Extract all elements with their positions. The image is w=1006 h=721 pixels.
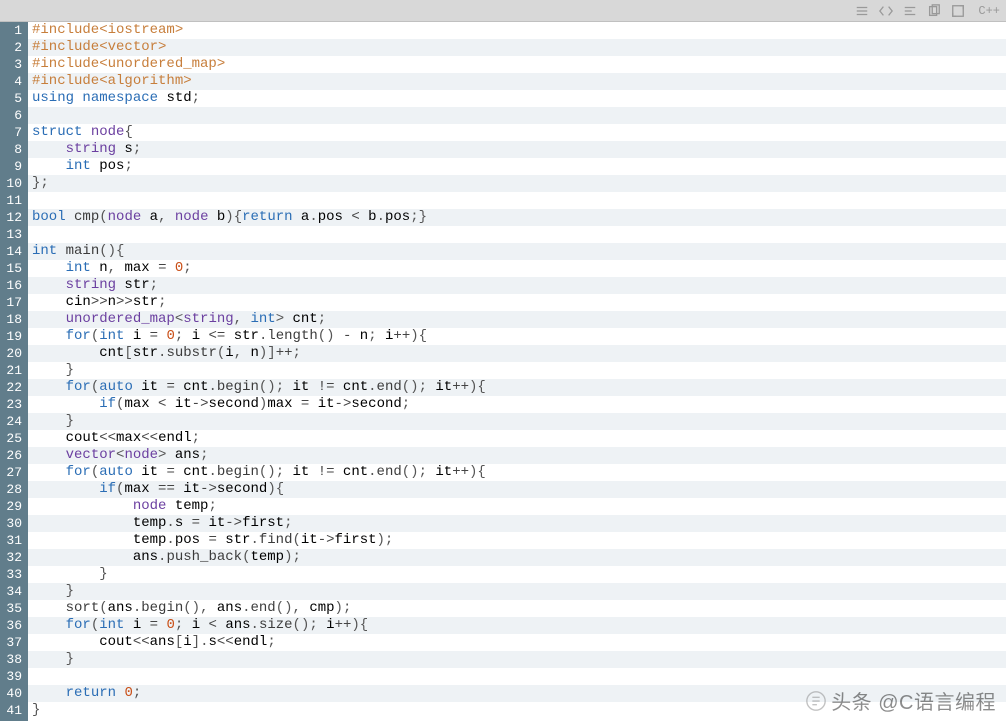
line-gutter: 1234567891011121314151617181920212223242… — [0, 22, 28, 721]
line-number: 12 — [4, 209, 22, 226]
code-line[interactable]: using namespace std; — [28, 90, 1006, 107]
code-line[interactable]: cout<<max<<endl; — [28, 430, 1006, 447]
code-line[interactable]: string s; — [28, 141, 1006, 158]
line-number: 23 — [4, 396, 22, 413]
line-number: 38 — [4, 651, 22, 668]
code-line[interactable]: return 0; — [28, 685, 1006, 702]
code-line[interactable]: node temp; — [28, 498, 1006, 515]
code-line[interactable]: }; — [28, 175, 1006, 192]
code-line[interactable]: string str; — [28, 277, 1006, 294]
code-line[interactable]: #include<vector> — [28, 39, 1006, 56]
code-line[interactable] — [28, 192, 1006, 209]
line-number: 7 — [4, 124, 22, 141]
code-line[interactable]: #include<algorithm> — [28, 73, 1006, 90]
code-line[interactable]: ans.push_back(temp); — [28, 549, 1006, 566]
line-number: 24 — [4, 413, 22, 430]
line-number: 25 — [4, 430, 22, 447]
code-line[interactable]: } — [28, 583, 1006, 600]
line-number: 36 — [4, 617, 22, 634]
code-line[interactable] — [28, 226, 1006, 243]
line-number: 37 — [4, 634, 22, 651]
line-number: 39 — [4, 668, 22, 685]
code-line[interactable]: bool cmp(node a, node b){return a.pos < … — [28, 209, 1006, 226]
code-line[interactable]: sort(ans.begin(), ans.end(), cmp); — [28, 600, 1006, 617]
line-number: 31 — [4, 532, 22, 549]
code-line[interactable]: temp.s = it->first; — [28, 515, 1006, 532]
line-number: 11 — [4, 192, 22, 209]
code-line[interactable]: if(max < it->second)max = it->second; — [28, 396, 1006, 413]
code-line[interactable]: if(max == it->second){ — [28, 481, 1006, 498]
line-number: 34 — [4, 583, 22, 600]
editor-toolbar: C++ — [0, 0, 1006, 22]
line-number: 28 — [4, 481, 22, 498]
line-number: 6 — [4, 107, 22, 124]
code-line[interactable]: cin>>n>>str; — [28, 294, 1006, 311]
lines-icon[interactable] — [902, 3, 918, 19]
line-number: 1 — [4, 22, 22, 39]
line-number: 22 — [4, 379, 22, 396]
code-line[interactable]: } — [28, 651, 1006, 668]
code-line[interactable]: #include<iostream> — [28, 22, 1006, 39]
code-area[interactable]: #include<iostream>#include<vector>#inclu… — [28, 22, 1006, 721]
line-number: 30 — [4, 515, 22, 532]
line-number: 2 — [4, 39, 22, 56]
code-line[interactable]: for(int i = 0; i < ans.size(); i++){ — [28, 617, 1006, 634]
code-line[interactable]: int n, max = 0; — [28, 260, 1006, 277]
code-line[interactable]: cout<<ans[i].s<<endl; — [28, 634, 1006, 651]
code-line[interactable]: unordered_map<string, int> cnt; — [28, 311, 1006, 328]
line-number: 27 — [4, 464, 22, 481]
code-line[interactable]: } — [28, 702, 1006, 719]
code-line[interactable]: struct node{ — [28, 124, 1006, 141]
code-line[interactable]: for(int i = 0; i <= str.length() - n; i+… — [28, 328, 1006, 345]
expand-icon[interactable] — [950, 3, 966, 19]
line-number: 20 — [4, 345, 22, 362]
line-number: 19 — [4, 328, 22, 345]
line-number: 4 — [4, 73, 22, 90]
code-line[interactable]: #include<unordered_map> — [28, 56, 1006, 73]
code-line[interactable]: } — [28, 362, 1006, 379]
code-line[interactable]: } — [28, 566, 1006, 583]
language-label: C++ — [974, 4, 1000, 18]
line-number: 32 — [4, 549, 22, 566]
line-number: 3 — [4, 56, 22, 73]
line-number: 35 — [4, 600, 22, 617]
code-line[interactable]: temp.pos = str.find(it->first); — [28, 532, 1006, 549]
code-line[interactable]: int pos; — [28, 158, 1006, 175]
line-number: 14 — [4, 243, 22, 260]
code-icon[interactable] — [878, 3, 894, 19]
line-number: 21 — [4, 362, 22, 379]
code-line[interactable]: cnt[str.substr(i, n)]++; — [28, 345, 1006, 362]
line-number: 9 — [4, 158, 22, 175]
code-line[interactable] — [28, 107, 1006, 124]
copy-icon[interactable] — [926, 3, 942, 19]
line-number: 13 — [4, 226, 22, 243]
line-number: 26 — [4, 447, 22, 464]
line-number: 5 — [4, 90, 22, 107]
code-line[interactable]: int main(){ — [28, 243, 1006, 260]
line-number: 29 — [4, 498, 22, 515]
line-number: 17 — [4, 294, 22, 311]
line-number: 40 — [4, 685, 22, 702]
line-number: 41 — [4, 702, 22, 719]
line-number: 18 — [4, 311, 22, 328]
code-line[interactable]: } — [28, 413, 1006, 430]
line-number: 33 — [4, 566, 22, 583]
code-editor[interactable]: 1234567891011121314151617181920212223242… — [0, 22, 1006, 721]
line-number: 16 — [4, 277, 22, 294]
code-line[interactable]: vector<node> ans; — [28, 447, 1006, 464]
line-number: 8 — [4, 141, 22, 158]
code-line[interactable] — [28, 668, 1006, 685]
code-line[interactable]: for(auto it = cnt.begin(); it != cnt.end… — [28, 464, 1006, 481]
menu-icon[interactable] — [854, 3, 870, 19]
code-line[interactable]: for(auto it = cnt.begin(); it != cnt.end… — [28, 379, 1006, 396]
line-number: 10 — [4, 175, 22, 192]
line-number: 15 — [4, 260, 22, 277]
